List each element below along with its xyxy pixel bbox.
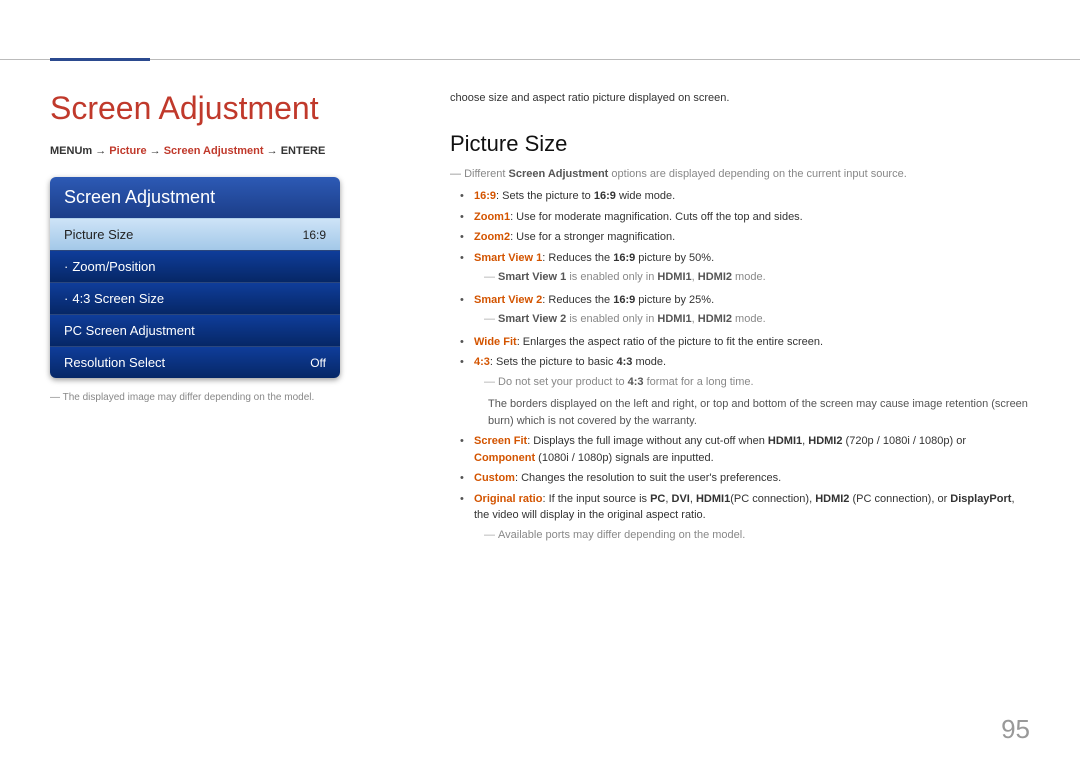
bullet-zoom1: Zoom1: Use for moderate magnification. C… [460,209,1030,226]
menu-item-value: Off [310,356,326,370]
bullet-zoom2: Zoom2: Use for a stronger magnification. [460,229,1030,246]
caption-content: The displayed image may differ depending… [63,392,315,403]
menu-item-label: PC Screen Adjustment [64,323,195,338]
menu-header: Screen Adjustment [50,177,340,218]
dot-icon: · [64,259,68,274]
menu-item-label: Zoom/Position [72,259,155,274]
note-original-ratio: Available ports may differ depending on … [488,527,1030,544]
section-subtext: ― Different Screen Adjustment options ar… [450,166,1030,183]
note-smart-view-2: Smart View 2 is enabled only in HDMI1, H… [488,311,1030,328]
section-heading: Picture Size [450,127,1030,160]
breadcrumb-enter: ENTERE [281,145,326,157]
page-number: 95 [1001,714,1030,745]
bullet-wide-fit: Wide Fit: Enlarges the aspect ratio of t… [460,334,1030,351]
breadcrumb-arrow: → [150,145,161,157]
bullet-original-ratio: Original ratio: If the input source is P… [460,491,1030,544]
menu-item-pc-screen-adjustment[interactable]: PC Screen Adjustment [50,314,340,346]
note-4-3-b: The borders displayed on the left and ri… [474,396,1030,429]
page-title: Screen Adjustment [50,90,400,127]
menu-item-label: Resolution Select [64,355,165,370]
menu-item-label: Picture Size [64,227,133,242]
menu-screenshot: Screen Adjustment Picture Size 16:9 · Zoo… [50,177,340,378]
note-4-3-a: Do not set your product to 4:3 format fo… [488,374,1030,391]
breadcrumb-screen-adjustment: Screen Adjustment [164,145,264,157]
bullet-screen-fit: Screen Fit: Displays the full image with… [460,433,1030,466]
menu-item-picture-size[interactable]: Picture Size 16:9 [50,218,340,250]
breadcrumb-picture: Picture [109,145,146,157]
menu-item-label: 4:3 Screen Size [72,291,164,306]
top-bar [0,0,1080,60]
bullet-4-3: 4:3: Sets the picture to basic 4:3 mode.… [460,354,1030,429]
caption-text: ― The displayed image may differ dependi… [50,392,400,403]
dot-icon: · [64,291,68,306]
bullet-smart-view-2: Smart View 2: Reduces the 16:9 picture b… [460,292,1030,328]
breadcrumb-arrow: → [95,145,106,157]
intro-text: choose size and aspect ratio picture dis… [450,90,1030,107]
breadcrumb-menu: MENUm [50,145,92,157]
menu-item-43-screen-size[interactable]: · 4:3 Screen Size [50,282,340,314]
accent-bar [50,58,150,61]
bullet-custom: Custom: Changes the resolution to suit t… [460,470,1030,487]
menu-item-resolution-select[interactable]: Resolution Select Off [50,346,340,378]
bullet-smart-view-1: Smart View 1: Reduces the 16:9 picture b… [460,250,1030,286]
bullet-16-9: 16:9: Sets the picture to 16:9 wide mode… [460,188,1030,205]
menu-item-zoom-position[interactable]: · Zoom/Position [50,250,340,282]
menu-item-value: 16:9 [303,228,326,242]
breadcrumb: MENUm → Picture → Screen Adjustment → EN… [50,145,400,157]
note-smart-view-1: Smart View 1 is enabled only in HDMI1, H… [488,269,1030,286]
breadcrumb-arrow: → [267,145,278,157]
